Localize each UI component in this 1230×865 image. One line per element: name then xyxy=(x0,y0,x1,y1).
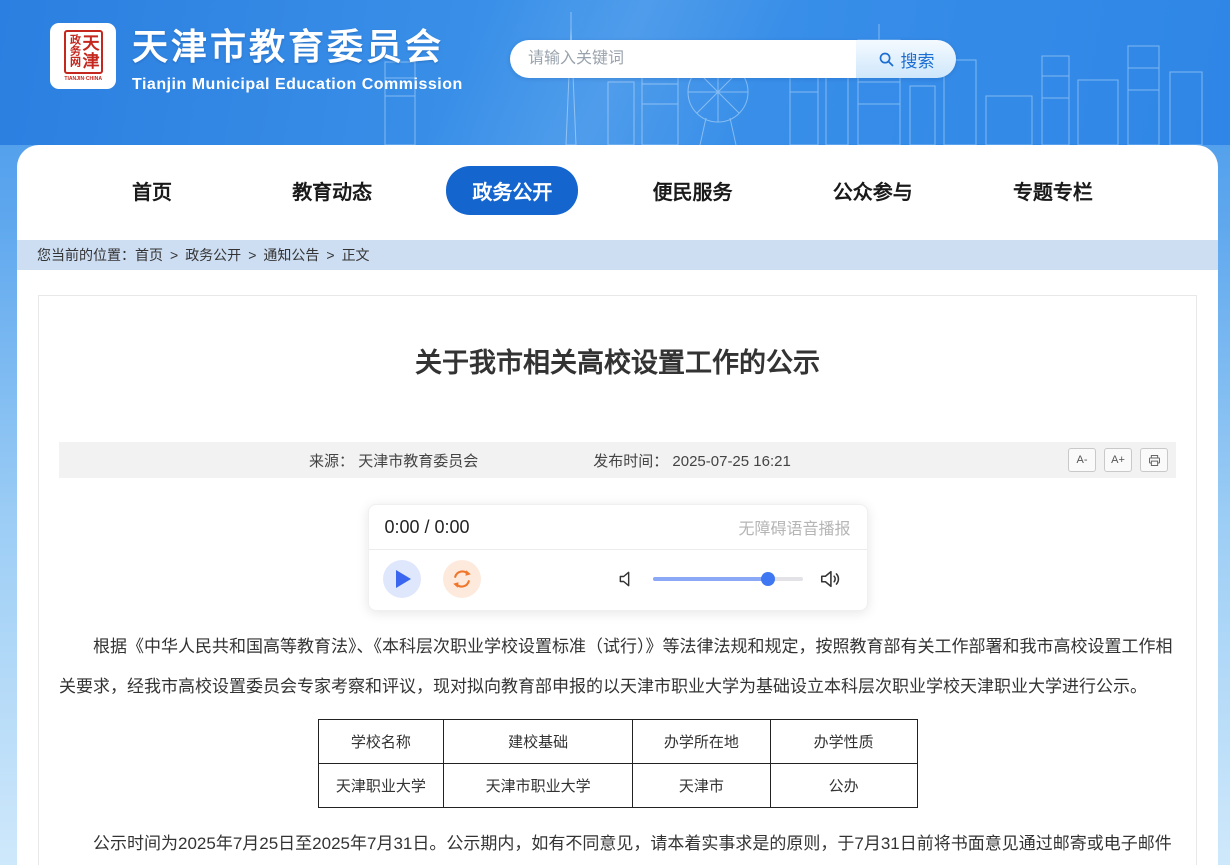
nav-item-special-topics[interactable]: 专题专栏 xyxy=(978,166,1128,215)
volume-controls xyxy=(617,568,853,590)
site-title: 天津市教育委员会 xyxy=(132,18,463,70)
printer-icon xyxy=(1147,453,1162,468)
article-paragraph: 公示时间为2025年7月25日至2025年7月31日。公示期内，如有不同意见，请… xyxy=(59,824,1176,865)
breadcrumb-label: 您当前的位置： xyxy=(37,245,135,265)
table-cell: 天津市职业大学 xyxy=(444,764,633,808)
nav-item-education-news[interactable]: 教育动态 xyxy=(257,166,407,215)
content-area: 关于我市相关高校设置工作的公示 来源： 天津市教育委员会 发布时间： 2025-… xyxy=(17,270,1218,865)
site-brand: 天津 政务网 TIANJIN·CHINA 天津市教育委员会 Tianjin Mu… xyxy=(50,18,463,94)
school-table: 学校名称 建校基础 办学所在地 办学性质 天津职业大学 天津市职业大学 天津市 … xyxy=(318,719,918,808)
article-paragraph: 根据《中华人民共和国高等教育法》、《本科层次职业学校设置标准（试行）》等法律法规… xyxy=(59,627,1176,707)
article-title: 关于我市相关高校设置工作的公示 xyxy=(59,341,1176,380)
volume-thumb[interactable] xyxy=(761,572,775,586)
search-button-label: 搜索 xyxy=(901,47,935,72)
breadcrumb-gov-disclosure[interactable]: 政务公开 xyxy=(185,245,241,265)
main-container: 首页 教育动态 政务公开 便民服务 公众参与 专题专栏 您当前的位置： 首页 >… xyxy=(17,145,1218,865)
volume-fill xyxy=(653,577,769,581)
nav-item-home[interactable]: 首页 xyxy=(77,166,227,215)
nav-item-public-participation[interactable]: 公众参与 xyxy=(798,166,948,215)
breadcrumb-notices[interactable]: 通知公告 xyxy=(263,245,319,265)
main-nav: 首页 教育动态 政务公开 便民服务 公众参与 专题专栏 xyxy=(17,145,1218,235)
nav-item-public-services[interactable]: 便民服务 xyxy=(618,166,768,215)
breadcrumb: 您当前的位置： 首页 > 政务公开 > 通知公告 > 正文 xyxy=(17,240,1218,270)
breadcrumb-home[interactable]: 首页 xyxy=(135,245,163,265)
table-cell: 天津市 xyxy=(632,764,770,808)
publish-time-value: 2025-07-25 16:21 xyxy=(672,453,790,470)
volume-mute-icon[interactable] xyxy=(617,569,637,589)
seal-caption: TIANJIN·CHINA xyxy=(64,76,102,81)
search-button[interactable]: 搜索 xyxy=(856,40,956,78)
site-logo[interactable]: 天津 政务网 TIANJIN·CHINA xyxy=(50,23,116,89)
repeat-icon xyxy=(451,568,473,590)
play-button[interactable] xyxy=(383,560,421,598)
site-subtitle: Tianjin Municipal Education Commission xyxy=(132,76,463,94)
table-header-cell: 学校名称 xyxy=(318,720,444,764)
search-icon xyxy=(878,51,895,68)
font-decrease-button[interactable]: A- xyxy=(1068,448,1096,472)
print-button[interactable] xyxy=(1140,448,1168,472)
volume-speaker-icon[interactable] xyxy=(819,568,841,590)
player-caption: 无障碍语音播报 xyxy=(738,515,850,539)
table-row: 天津职业大学 天津市职业大学 天津市 公办 xyxy=(318,764,917,808)
source-value: 天津市教育委员会 xyxy=(358,453,478,470)
table-cell: 公办 xyxy=(770,764,917,808)
search-bar: 搜索 xyxy=(510,40,956,78)
seal-text-right: 天津 xyxy=(81,34,98,70)
audio-player: 0:00 / 0:00 无障碍语音播报 xyxy=(368,504,868,611)
source-label: 来源： xyxy=(309,453,354,470)
breadcrumb-separator: > xyxy=(170,247,178,263)
font-increase-button[interactable]: A+ xyxy=(1104,448,1132,472)
table-header-row: 学校名称 建校基础 办学所在地 办学性质 xyxy=(318,720,917,764)
breadcrumb-separator: > xyxy=(248,247,256,263)
tianjin-gov-seal-icon: 天津 政务网 xyxy=(64,30,103,74)
repeat-button[interactable] xyxy=(443,560,481,598)
nav-item-gov-disclosure[interactable]: 政务公开 xyxy=(437,166,587,215)
breadcrumb-separator: > xyxy=(326,247,334,263)
article-card: 关于我市相关高校设置工作的公示 来源： 天津市教育委员会 发布时间： 2025-… xyxy=(38,295,1197,865)
article-tools: A- A+ xyxy=(1068,448,1168,472)
breadcrumb-current-article: 正文 xyxy=(342,245,370,265)
seal-text-left: 政务网 xyxy=(69,34,80,70)
table-header-cell: 建校基础 xyxy=(444,720,633,764)
play-icon xyxy=(396,570,411,588)
search-input[interactable] xyxy=(510,40,856,78)
table-header-cell: 办学所在地 xyxy=(632,720,770,764)
article-meta-bar: 来源： 天津市教育委员会 发布时间： 2025-07-25 16:21 A- A… xyxy=(59,442,1176,478)
table-header-cell: 办学性质 xyxy=(770,720,917,764)
table-cell: 天津职业大学 xyxy=(318,764,444,808)
volume-slider[interactable] xyxy=(653,577,803,581)
player-time: 0:00 / 0:00 xyxy=(385,517,470,538)
publish-time-label: 发布时间： xyxy=(593,453,668,470)
site-header: 天津 政务网 TIANJIN·CHINA 天津市教育委员会 Tianjin Mu… xyxy=(0,0,1230,145)
